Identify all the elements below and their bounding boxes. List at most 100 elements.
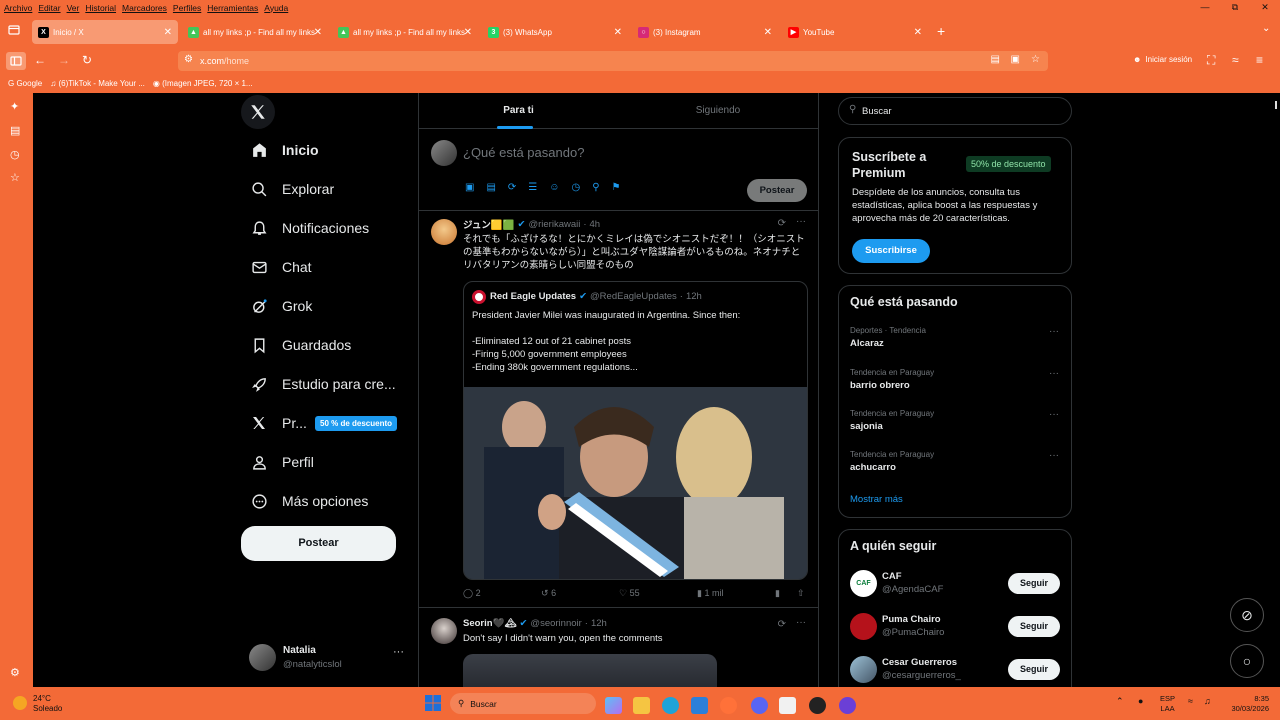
clock[interactable]: 8:35 30/03/2026 <box>1225 694 1269 714</box>
like-button[interactable]: ♡ 55 <box>619 588 640 599</box>
wifi-icon[interactable]: ≈ <box>1188 696 1193 706</box>
nav-explorar[interactable]: Explorar <box>250 180 334 198</box>
trend-item[interactable]: Tendencia en Paraguay barrio obrero ··· <box>839 366 1071 407</box>
menu-icon[interactable]: ≡ <box>1256 53 1263 67</box>
flag-icon[interactable]: ⚑ <box>612 182 621 193</box>
trend-item[interactable]: Deportes · Tendencia Alcaraz ··· <box>839 324 1071 365</box>
notepad-icon[interactable] <box>779 697 796 714</box>
author-name[interactable]: ジュン🟨🟩 <box>463 217 515 231</box>
taskbar-search[interactable]: ⚲ Buscar <box>450 693 596 714</box>
microphone-icon[interactable]: ● <box>1138 696 1143 706</box>
edge-icon[interactable] <box>662 697 679 714</box>
notes-icon[interactable]: ▤ <box>10 124 20 137</box>
reader-mode-icon[interactable]: ▤ <box>991 54 1000 65</box>
app-icon[interactable] <box>839 697 856 714</box>
avatar[interactable] <box>431 618 457 644</box>
composer-input[interactable]: ¿Qué está pasando? <box>463 145 584 160</box>
image-icon[interactable]: ▣ <box>465 182 474 193</box>
tab-para-ti[interactable]: Para ti <box>419 93 618 129</box>
poll-icon[interactable]: ☰ <box>528 182 537 193</box>
author-name[interactable]: Seorin🖤🏔 <box>463 618 516 629</box>
tweet-more-icon[interactable]: ··· <box>796 617 806 628</box>
trend-item[interactable]: Tendencia en Paraguay achucarro ··· <box>839 448 1071 489</box>
menu-ver[interactable]: Ver <box>67 3 80 13</box>
close-tab-icon[interactable]: ✕ <box>764 27 772 38</box>
tab-list-icon[interactable] <box>8 24 20 39</box>
tweet[interactable]: ジュン🟨🟩 ✔ @rierikawaii · 4h ⟳ ··· それでも「ふざけ… <box>419 211 818 608</box>
nav-perfil[interactable]: Perfil <box>250 453 314 471</box>
tab-whatsapp[interactable]: 3 (3) WhatsApp ✕ <box>482 20 628 44</box>
share-icon[interactable]: ⇧ <box>797 588 805 599</box>
tab-overflow-chevron-icon[interactable]: ⌄ <box>1262 23 1270 34</box>
grok-explain-icon[interactable]: ⟳ <box>778 619 786 630</box>
sidebar-toggle-icon[interactable] <box>6 52 26 70</box>
bookmark-tweet-icon[interactable]: ▮ <box>775 588 780 599</box>
nav-notificaciones[interactable]: Notificaciones <box>250 219 369 237</box>
close-tab-icon[interactable]: ✕ <box>164 27 172 38</box>
nav-grok[interactable]: Grok <box>250 297 312 315</box>
tab-youtube[interactable]: ▶ YouTube ✕ <box>782 20 928 44</box>
bookmark-google[interactable]: G Google <box>8 79 42 88</box>
tab-inicio-x[interactable]: X Inicio / X ✕ <box>32 20 178 44</box>
close-tab-icon[interactable]: ✕ <box>314 27 322 38</box>
follow-button[interactable]: Seguir <box>1008 616 1060 637</box>
repost-button[interactable]: ↺ 6 <box>541 588 556 599</box>
minimize-icon[interactable]: — <box>1190 0 1220 15</box>
trend-item[interactable]: Tendencia en Paraguay sajonia ··· <box>839 407 1071 448</box>
firefox-icon[interactable] <box>720 697 737 714</box>
tweet-photo[interactable] <box>464 387 807 579</box>
follow-button[interactable]: Seguir <box>1008 659 1060 680</box>
translate-icon[interactable]: ≈ <box>1232 53 1239 67</box>
nav-premium[interactable]: Pr... <box>250 414 307 432</box>
discord-icon[interactable] <box>751 697 768 714</box>
menu-perfiles[interactable]: Perfiles <box>173 3 201 13</box>
copilot-icon[interactable] <box>605 697 622 714</box>
tweet-more-icon[interactable]: ··· <box>796 216 806 227</box>
search-input[interactable]: ⚲ Buscar <box>838 97 1072 125</box>
quoted-tweet[interactable]: Red Eagle Updates ✔ @RedEagleUpdates · 1… <box>463 281 808 580</box>
close-window-icon[interactable]: ✕ <box>1250 0 1280 15</box>
ai-sparkle-icon[interactable]: ✦ <box>10 100 19 113</box>
address-bar[interactable]: ⚙ x.com/home ▤ ▣ ☆ <box>178 51 1048 71</box>
show-more-link[interactable]: Mostrar más <box>850 494 903 505</box>
menu-historial[interactable]: Historial <box>85 3 116 13</box>
emoji-icon[interactable]: ☺ <box>549 182 559 193</box>
close-tab-icon[interactable]: ✕ <box>614 27 622 38</box>
menu-ayuda[interactable]: Ayuda <box>264 3 288 13</box>
tab-siguiendo[interactable]: Siguiendo <box>618 93 818 129</box>
steam-icon[interactable] <box>809 697 826 714</box>
follow-button[interactable]: Seguir <box>1008 573 1060 594</box>
nav-guardados[interactable]: Guardados <box>250 336 351 354</box>
subscribe-button[interactable]: Suscribirse <box>852 239 930 263</box>
nav-mas-opciones[interactable]: Más opciones <box>250 492 368 510</box>
outlook-icon[interactable] <box>691 697 708 714</box>
trend-more-icon[interactable]: ··· <box>1049 450 1059 461</box>
menu-marcadores[interactable]: Marcadores <box>122 3 167 13</box>
bookmark-image[interactable]: ◉ (Imagen JPEG, 720 × 1... <box>153 79 253 88</box>
reply-button[interactable]: ◯ 2 <box>463 588 481 599</box>
author-handle[interactable]: @seorinnoir <box>530 618 581 629</box>
signin-button[interactable]: ☻ Iniciar sesión <box>1133 55 1192 64</box>
tweet[interactable]: Seorin🖤🏔 ✔ @seorinnoir · 12h ⟳ ··· Don't… <box>419 608 818 687</box>
settings-gear-icon[interactable]: ⚙ <box>10 666 20 679</box>
nav-chat[interactable]: Chat <box>250 258 312 276</box>
follow-item[interactable]: CAF CAF @AgendaCAF Seguir <box>839 566 1071 608</box>
location-icon[interactable]: ⚲ <box>592 182 599 193</box>
grok-explain-icon[interactable]: ⟳ <box>778 218 786 229</box>
follow-item[interactable]: Puma Chairo @PumaChairo Seguir <box>839 609 1071 651</box>
nav-inicio[interactable]: Inicio <box>250 141 319 159</box>
gif-icon[interactable]: ▤ <box>486 182 495 193</box>
tab-all-my-links-1[interactable]: ▲ all my links ;p - Find all my links ✕ <box>182 20 328 44</box>
history-icon[interactable]: ◷ <box>10 148 20 161</box>
menu-editar[interactable]: Editar <box>38 3 60 13</box>
windows-start-icon[interactable] <box>425 695 441 711</box>
grok-compose-icon[interactable]: ⟳ <box>508 182 516 193</box>
composer-post-button[interactable]: Postear <box>747 179 807 202</box>
tab-instagram[interactable]: ○ (3) Instagram ✕ <box>632 20 778 44</box>
post-button[interactable]: Postear <box>241 526 396 561</box>
extensions-icon[interactable]: ⛶ <box>1207 53 1215 68</box>
file-explorer-icon[interactable] <box>633 697 650 714</box>
tweet-time[interactable]: 4h <box>590 219 601 230</box>
grok-float-icon[interactable]: ⊘ <box>1230 598 1264 632</box>
site-info-icon[interactable]: ⚙ <box>184 54 193 65</box>
